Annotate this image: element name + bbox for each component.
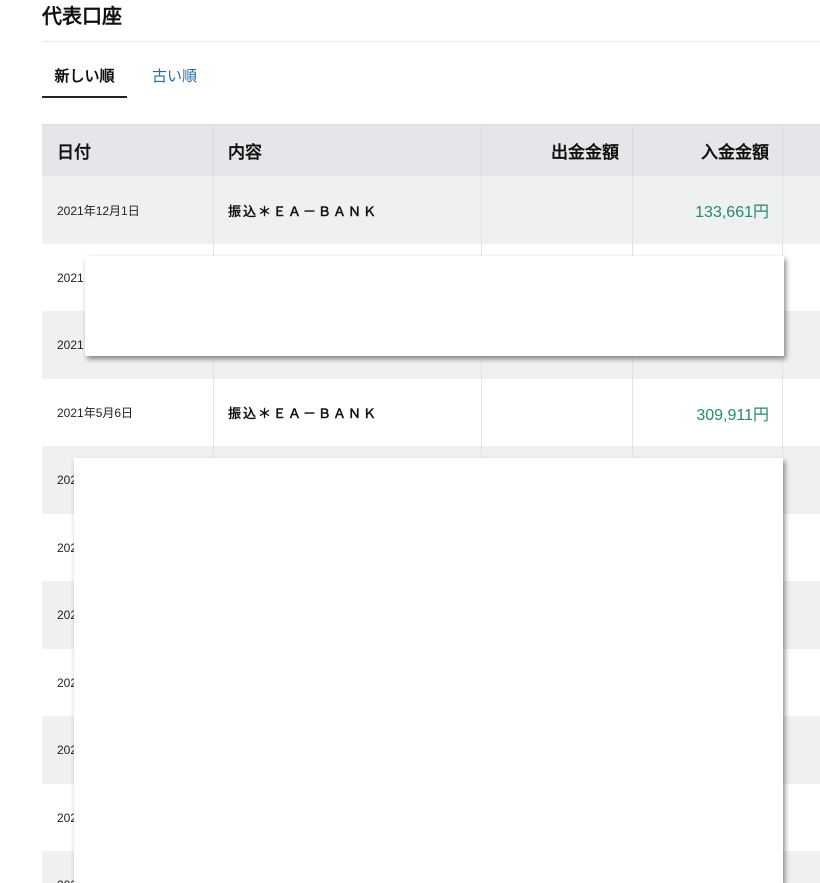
table-row: 2021年5月6日 振込＊ＥＡ－ＢＡＮＫ 309,911円 — [42, 379, 820, 446]
row-description-cell: 振込＊ＥＡ－ＢＡＮＫ — [214, 379, 482, 446]
sort-tabs: 新しい順 古い順 — [42, 57, 197, 98]
deposit-amount: 309,911円 — [696, 406, 769, 424]
deposit-amount: 133,661円 — [695, 204, 769, 221]
tab-oldest-first[interactable]: 古い順 — [152, 57, 197, 96]
row-extra-cell — [783, 851, 820, 883]
page-title: 代表口座 — [42, 6, 122, 28]
row-extra-cell — [783, 649, 820, 716]
row-extra-cell — [783, 446, 820, 514]
column-header-deposit: 入金金額 — [633, 125, 783, 176]
row-description-cell: 振込＊ＥＡ－ＢＡＮＫ — [214, 176, 482, 244]
row-deposit-cell: 133,661円 — [633, 176, 783, 244]
redaction-overlay — [74, 458, 783, 883]
row-extra-cell — [783, 581, 820, 649]
account-history-view: 代表口座 新しい順 古い順 日付 内容 出金金額 入金金額 2021年12月1日… — [0, 0, 820, 883]
transaction-description: 振込＊ＥＡ－ＢＡＮＫ — [228, 203, 379, 219]
transaction-date: 2021 — [57, 270, 84, 285]
transaction-date: 2021年12月1日 — [57, 203, 140, 218]
column-header-extra — [783, 125, 820, 176]
transaction-date: 2021年5月6日 — [57, 406, 134, 420]
column-header-date: 日付 — [42, 125, 214, 176]
row-date-cell: 2021年5月6日 — [42, 379, 214, 446]
column-header-withdrawal: 出金金額 — [482, 125, 633, 176]
row-date-cell: 2021年12月1日 — [42, 176, 214, 244]
row-extra-cell — [783, 514, 820, 581]
row-extra-cell — [783, 244, 820, 311]
row-withdrawal-cell — [482, 176, 633, 244]
transaction-date: 2021 — [57, 338, 84, 352]
row-extra-cell — [783, 379, 820, 446]
row-extra-cell — [783, 716, 820, 784]
redaction-overlay — [85, 256, 784, 356]
tab-newest-first[interactable]: 新しい順 — [42, 57, 127, 98]
column-header-description: 内容 — [214, 125, 482, 176]
row-extra-cell — [783, 784, 820, 851]
row-extra-cell — [783, 176, 820, 244]
row-withdrawal-cell — [482, 379, 633, 446]
transaction-description: 振込＊ＥＡ－ＢＡＮＫ — [228, 406, 379, 421]
table-header-row: 日付 内容 出金金額 入金金額 — [42, 125, 820, 176]
row-deposit-cell: 309,911円 — [633, 379, 783, 446]
table-row: 2021年12月1日 振込＊ＥＡ－ＢＡＮＫ 133,661円 — [42, 176, 820, 244]
title-divider — [42, 41, 820, 42]
row-extra-cell — [783, 311, 820, 379]
